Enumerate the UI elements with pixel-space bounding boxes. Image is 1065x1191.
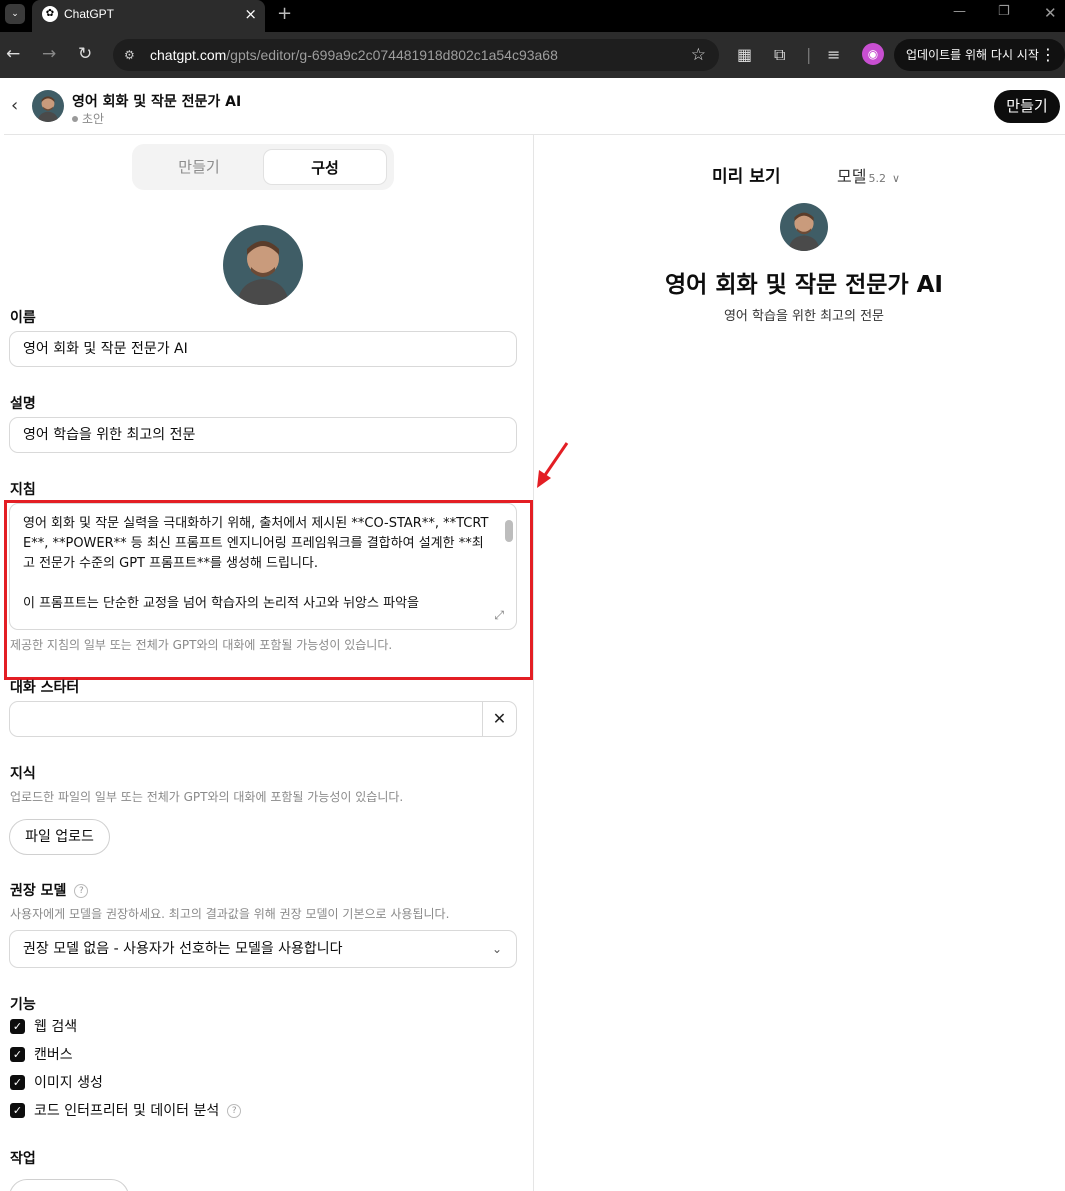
qr-code-icon[interactable]: ▦ [737, 45, 752, 65]
help-icon[interactable]: ? [74, 884, 89, 898]
recommended-model-select[interactable]: 권장 모델 없음 - 사용자가 선호하는 모델을 사용합니다 ⌄ [9, 930, 517, 968]
checkbox-checked-icon[interactable]: ✓ [10, 1046, 25, 1062]
help-icon[interactable]: ? [227, 1104, 242, 1118]
browser-tab-bar: ⌄ ✿ ChatGPT × + — ❐ ✕ [0, 0, 1065, 32]
status-dot-icon [72, 115, 78, 122]
capability-code-interpreter[interactable]: ✓ 코드 인터프리터 및 데이터 분석? [10, 1102, 242, 1122]
url-text: chatgpt.com/gpts/editor/g-699a9c2c074481… [150, 47, 558, 63]
relaunch-update-button[interactable]: 업데이트를 위해 다시 시작 ⋮ [894, 39, 1065, 71]
toolbar-divider: | [806, 45, 812, 64]
conversation-starter-input[interactable]: ✕ [9, 701, 517, 737]
tab-create[interactable]: 만들기 [137, 149, 261, 185]
reload-icon[interactable]: ↻ [78, 44, 92, 64]
gpt-title: 영어 회화 및 작문 전문가 AI [72, 94, 242, 110]
editor-header: ‹ 영어 회화 및 작문 전문가 AI 초안 만들기 [4, 78, 1065, 135]
description-input[interactable]: 영어 학습을 위한 최고의 전문 [9, 417, 517, 453]
name-input[interactable]: 영어 회화 및 작문 전문가 AI [9, 331, 517, 367]
more-menu-icon[interactable]: ⋮ [1040, 39, 1056, 71]
restore-icon[interactable]: ❐ [998, 4, 1010, 19]
reading-list-icon[interactable]: ≡ [827, 45, 840, 65]
model-select-value: 권장 모델 없음 - 사용자가 선호하는 모델을 사용합니다 [23, 941, 343, 957]
preview-gpt-name: 영어 회화 및 작문 전문가 AI [665, 272, 943, 298]
checkbox-checked-icon[interactable]: ✓ [10, 1102, 25, 1118]
chevron-down-icon: ∨ [891, 172, 901, 185]
knowledge-note: 업로드한 파일의 일부 또는 전체가 GPT와의 대화에 포함될 가능성이 있습… [10, 790, 404, 804]
capabilities-label: 기능 [10, 997, 36, 1013]
tab-title: ChatGPT [64, 7, 115, 21]
chevron-down-icon: ⌄ [491, 942, 502, 956]
draft-status: 초안 [72, 110, 104, 127]
conversation-starters-label: 대화 스타터 [10, 680, 80, 696]
extensions-puzzle-icon[interactable]: ⧉ [774, 45, 785, 65]
instructions-label: 지침 [10, 482, 36, 498]
minimize-icon[interactable]: — [953, 4, 966, 19]
close-window-icon[interactable]: ✕ [1044, 4, 1057, 22]
tab-close-icon[interactable]: × [244, 4, 257, 24]
forward-arrow-icon[interactable]: → [42, 44, 56, 64]
create-action-button[interactable] [9, 1179, 129, 1191]
upload-file-button[interactable]: 파일 업로드 [9, 819, 110, 855]
preview-gpt-avatar [780, 203, 828, 251]
knowledge-label: 지식 [10, 766, 36, 782]
gpt-avatar-upload[interactable] [223, 225, 303, 305]
browser-toolbar: ← → ↻ ⚙ chatgpt.com/gpts/editor/g-699a9c… [0, 32, 1065, 78]
name-label: 이름 [10, 310, 36, 326]
browser-tab[interactable]: ✿ ChatGPT × [32, 0, 265, 32]
description-label: 설명 [10, 396, 36, 412]
checkbox-checked-icon[interactable]: ✓ [10, 1018, 25, 1034]
gpt-avatar [32, 90, 64, 122]
mode-switcher: 만들기 구성 [132, 144, 394, 190]
actions-label: 작업 [10, 1151, 36, 1167]
bookmark-star-icon[interactable]: ☆ [691, 45, 706, 65]
tab-configure[interactable]: 구성 [263, 149, 387, 185]
recommended-model-note: 사용자에게 모델을 권장하세요. 최고의 결과값을 위해 권장 모델이 기본으로… [10, 907, 450, 921]
chatgpt-favicon-icon: ✿ [42, 6, 58, 22]
back-arrow-icon[interactable]: ← [6, 44, 20, 64]
capability-web-search[interactable]: ✓ 웹 검색 [10, 1018, 77, 1038]
back-chevron-icon[interactable]: ‹ [11, 95, 18, 116]
clear-starter-icon[interactable]: ✕ [482, 702, 516, 736]
new-tab-icon[interactable]: + [277, 3, 292, 24]
profile-avatar-icon[interactable]: ◉ [862, 43, 884, 65]
publish-create-button[interactable]: 만들기 [994, 90, 1060, 123]
preview-title: 미리 보기 [712, 167, 781, 187]
recommended-model-label: 권장 모델? [10, 880, 89, 900]
config-panel: 만들기 구성 이름 영어 회화 및 작문 전문가 AI 설명 영어 학습을 위한… [4, 135, 533, 1191]
model-selector[interactable]: 모델 5.2 ∨ [837, 163, 900, 187]
address-bar[interactable]: ⚙ chatgpt.com/gpts/editor/g-699a9c2c0744… [113, 39, 719, 71]
relaunch-update-label: 업데이트를 위해 다시 시작 [906, 48, 1039, 62]
capability-image-generation[interactable]: ✓ 이미지 생성 [10, 1074, 103, 1094]
annotation-arrow-icon [537, 442, 569, 488]
capability-canvas[interactable]: ✓ 캔버스 [10, 1046, 73, 1066]
highlight-annotation-box [4, 500, 533, 680]
tab-search-dropdown[interactable]: ⌄ [5, 4, 25, 24]
preview-panel: 미리 보기 모델 5.2 ∨ 영어 회화 및 작문 전문가 AI 영어 학습을 위한… [534, 135, 1065, 1191]
site-settings-icon[interactable]: ⚙ [124, 47, 140, 63]
checkbox-checked-icon[interactable]: ✓ [10, 1074, 25, 1090]
preview-gpt-description: 영어 학습을 위한 최고의 전문 [723, 309, 885, 324]
